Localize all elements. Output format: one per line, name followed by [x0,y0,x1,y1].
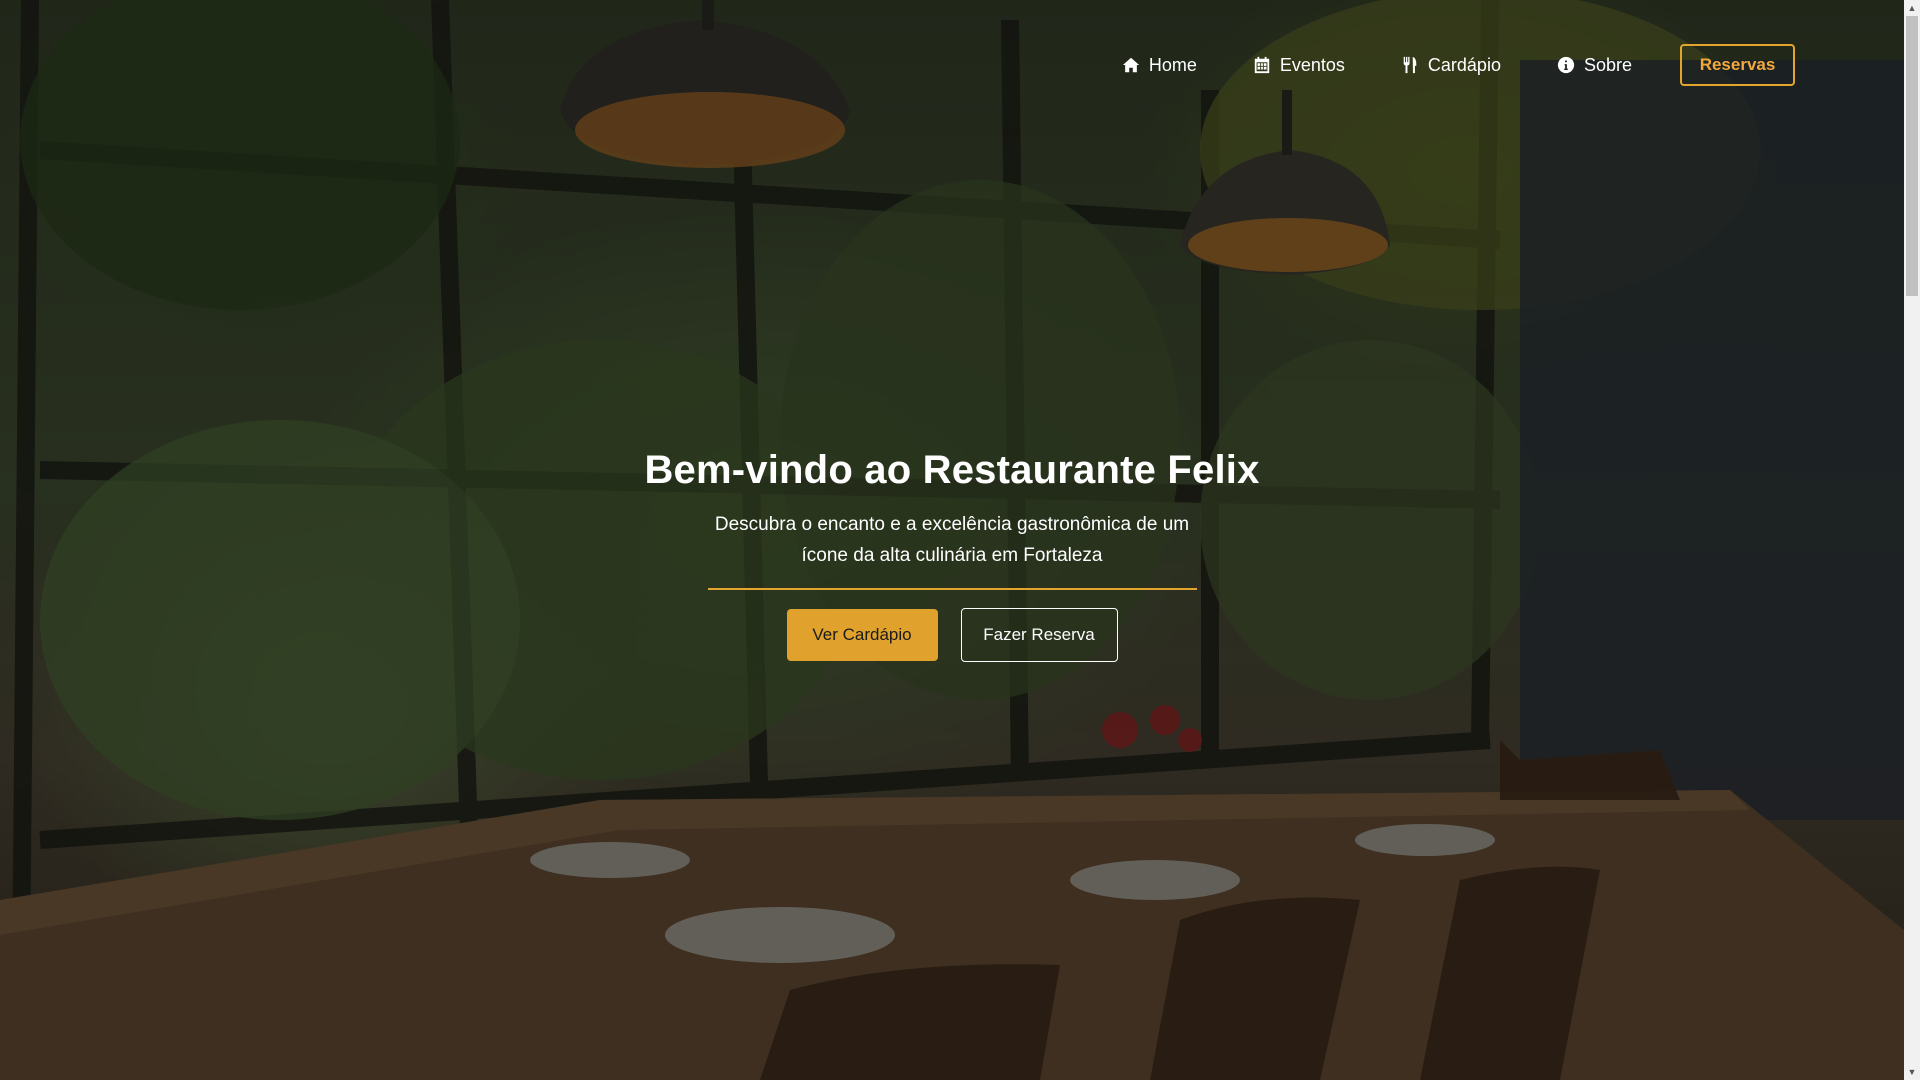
nav-item-label: Sobre [1583,54,1632,75]
utensils-icon [1401,56,1419,74]
home-icon [1122,56,1140,74]
hero-subtitle: Descubra o encanto e a excelência gastro… [714,514,1190,566]
nav-item-home[interactable]: Home [1122,43,1197,87]
main-navigation: Home Eventos Cardápio Sobre Reservas [1122,43,1795,87]
calendar-icon [1253,56,1271,74]
hero-actions: Ver Cardápio Fazer Reserva [0,608,1904,662]
nav-item-eventos[interactable]: Eventos [1253,43,1345,87]
nav-item-label: Cardápio [1427,54,1501,75]
ver-cardapio-button[interactable]: Ver Cardápio [786,609,938,661]
scroll-down-arrow-icon[interactable]: ▼ [1904,1064,1920,1080]
nav-item-cardapio[interactable]: Cardápio [1401,43,1501,87]
hero-section: Bem-vindo ao Restaurante Felix Descubra … [0,448,1904,662]
reservas-button[interactable]: Reservas [1680,44,1795,86]
fazer-reserva-button[interactable]: Fazer Reserva [960,608,1118,662]
scrollbar-thumb[interactable] [1906,16,1918,296]
nav-item-label: Home [1148,54,1197,75]
vertical-scrollbar[interactable]: ▲ ▼ [1904,0,1920,1080]
page: Home Eventos Cardápio Sobre Reservas Bem… [0,0,1920,1080]
hero-title: Bem-vindo ao Restaurante Felix [644,448,1260,492]
scroll-up-arrow-icon[interactable]: ▲ [1904,0,1920,16]
nav-item-sobre[interactable]: Sobre [1557,43,1632,87]
info-icon [1557,56,1575,74]
hero-divider [707,588,1197,590]
nav-item-label: Eventos [1279,54,1345,75]
